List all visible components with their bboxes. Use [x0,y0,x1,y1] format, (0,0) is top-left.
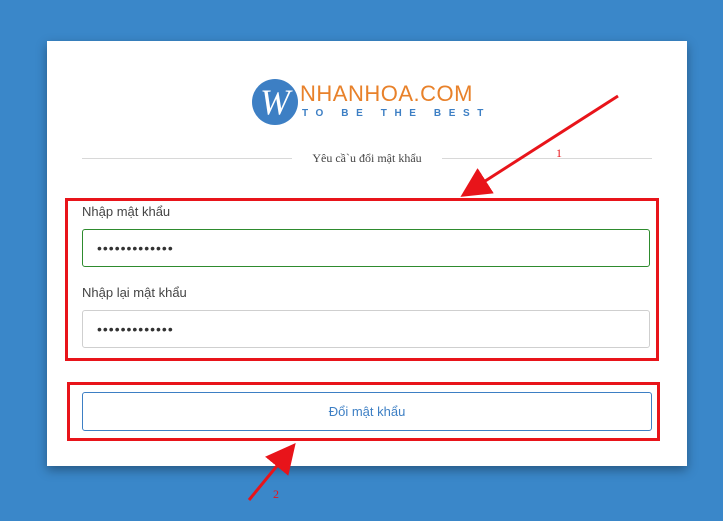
annotation-arrows [247,94,619,501]
annotation-arrow-1 [460,94,619,197]
annotation-marker-2: 2 [273,487,279,501]
annotation-arrow-2 [247,443,296,501]
annotation-marker-1: 1 [556,146,562,160]
